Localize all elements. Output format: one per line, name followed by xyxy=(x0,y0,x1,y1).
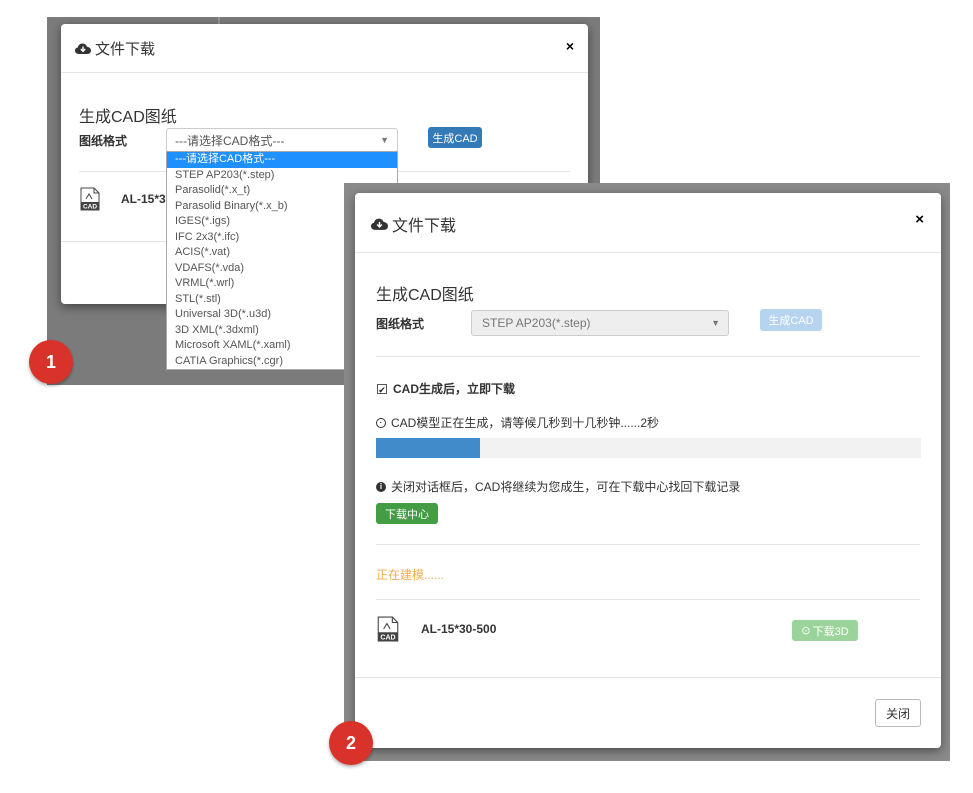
cad-format-select[interactable]: STEP AP203(*.step) ▼ xyxy=(471,310,729,336)
file-name: AL-15*30 xyxy=(121,192,173,206)
close-icon[interactable]: × xyxy=(566,38,574,54)
download-3d-label: 下载3D xyxy=(812,625,849,638)
step-badge-2: 2 xyxy=(329,721,373,765)
dialog-title-text: 文件下载 xyxy=(392,218,457,235)
status-line: · CAD模型正在生成，请等候几秒到十几秒钟......2秒 xyxy=(376,414,659,431)
clock-icon: · xyxy=(376,417,386,428)
info-icon: i xyxy=(376,481,386,492)
step-badge-1: 1 xyxy=(29,340,73,384)
progress-bar-fill xyxy=(376,438,480,458)
download-3d-button[interactable]: ⊙ 下载3D xyxy=(792,620,858,641)
divider xyxy=(376,356,920,357)
cad-format-select[interactable]: ---请选择CAD格式--- ▼ xyxy=(166,128,398,152)
file-download-dialog-2: 文件下载 × 生成CAD图纸 图纸格式 STEP AP203(*.step) ▼… xyxy=(355,193,941,748)
file-name: AL-15*30-500 xyxy=(421,622,497,636)
chevron-down-icon: ▼ xyxy=(380,135,389,145)
auto-download-label: CAD生成后，立即下载 xyxy=(393,382,515,396)
cloud-download-icon xyxy=(75,43,91,54)
notice-text: 关闭对话框后，CAD将继续为您成生，可在下载中心找回下载记录 xyxy=(391,480,741,494)
cad-icon-label: CAD xyxy=(380,634,395,641)
cad-file-icon: CAD xyxy=(80,187,100,211)
cad-icon-label: CAD xyxy=(83,204,97,211)
chevron-down-icon: ▼ xyxy=(711,318,720,328)
select-value: STEP AP203(*.step) xyxy=(482,316,591,330)
select-value: ---请选择CAD格式--- xyxy=(175,133,285,148)
divider xyxy=(376,599,920,600)
section-title: 生成CAD图纸 xyxy=(376,287,474,304)
divider xyxy=(376,544,920,545)
generate-cad-button[interactable]: 生成CAD xyxy=(760,309,822,331)
auto-download-checkbox[interactable]: ✔ xyxy=(377,383,387,395)
section-title: 生成CAD图纸 xyxy=(79,109,177,126)
footer-divider xyxy=(355,677,941,678)
generate-cad-button[interactable]: 生成CAD xyxy=(428,127,482,148)
cad-file-icon: CAD xyxy=(377,616,399,642)
dropdown-option[interactable]: ---请选择CAD格式--- xyxy=(167,152,397,168)
format-label: 图纸格式 xyxy=(376,317,425,331)
dialog-title: 文件下载 xyxy=(371,212,456,236)
dropdown-option[interactable]: STEP AP203(*.step) xyxy=(167,168,397,184)
notice-line: i 关闭对话框后，CAD将继续为您成生，可在下载中心找回下载记录 xyxy=(376,478,740,495)
download-icon: ⊙ xyxy=(801,625,811,637)
dialog-title: 文件下载 xyxy=(75,38,155,59)
close-icon[interactable]: × xyxy=(915,211,924,228)
dialog-title-text: 文件下载 xyxy=(95,41,156,58)
format-label: 图纸格式 xyxy=(79,134,128,148)
close-button[interactable]: 关闭 xyxy=(875,699,921,727)
download-center-button[interactable]: 下载中心 xyxy=(376,503,438,524)
cloud-download-icon xyxy=(371,218,388,230)
progress-track xyxy=(376,438,921,458)
status-text: CAD模型正在生成，请等候几秒到十几秒钟......2秒 xyxy=(391,416,660,430)
auto-download-row[interactable]: ✔ CAD生成后，立即下载 xyxy=(377,380,515,397)
building-status: 正在建模...... xyxy=(376,568,445,582)
